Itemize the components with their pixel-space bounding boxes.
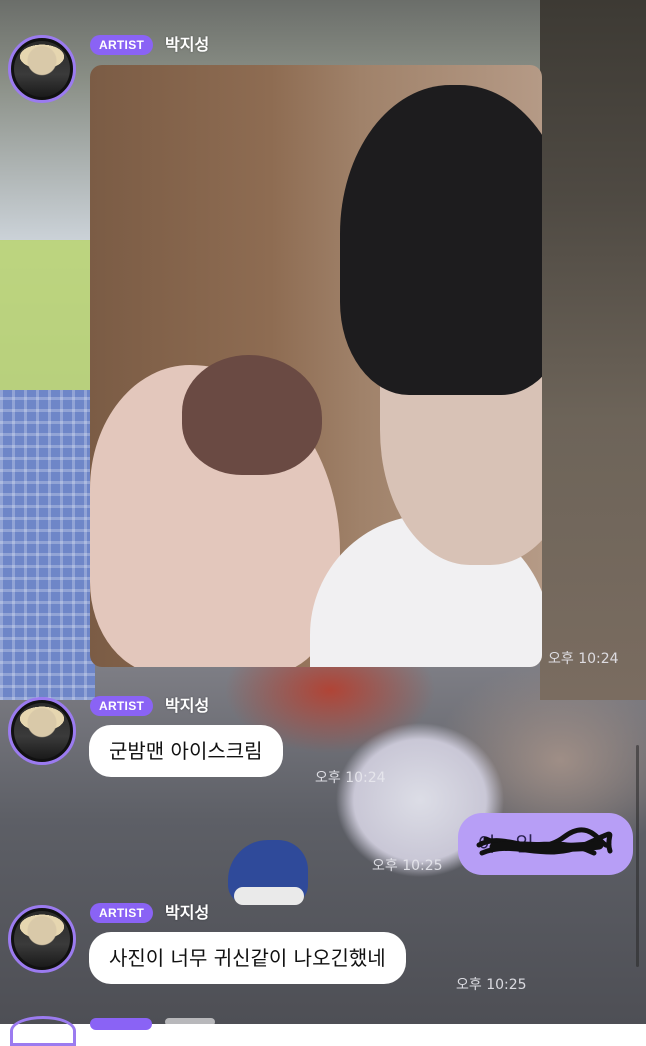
artist-badge: ARTIST xyxy=(90,35,154,55)
sender-name: 박지성 xyxy=(165,696,210,715)
artist-badge: ARTIST xyxy=(90,903,154,923)
message-time: 오후 10:24 xyxy=(548,651,619,667)
message-bubble[interactable]: 사진이 너무 귀신같이 나오긴했네 xyxy=(89,932,406,984)
background-tablecloth xyxy=(0,390,95,700)
message-bubble[interactable]: 군밤맨 아이스크림 xyxy=(89,725,283,777)
avatar-image xyxy=(14,41,70,97)
artist-avatar-partial[interactable] xyxy=(10,1016,76,1046)
scrollbar[interactable] xyxy=(636,745,639,967)
avatar-image xyxy=(14,911,70,967)
background-shelf xyxy=(540,0,646,700)
background-shoe xyxy=(228,840,308,905)
my-message-bubble[interactable]: 아...읽 xyxy=(458,813,633,875)
photo-hair xyxy=(340,85,542,395)
artist-badge-partial xyxy=(90,1018,152,1030)
message-time: 오후 10:25 xyxy=(456,977,527,993)
message-time: 오후 10:25 xyxy=(372,858,443,874)
photo-ice-cream xyxy=(182,355,322,475)
sender-name-partial xyxy=(165,1018,215,1026)
background-stall-sign xyxy=(0,240,90,410)
artist-avatar[interactable] xyxy=(8,697,76,765)
artist-avatar[interactable] xyxy=(8,35,76,103)
sender-name: 박지성 xyxy=(165,903,210,922)
artist-badge: ARTIST xyxy=(90,696,154,716)
photo-message[interactable] xyxy=(90,65,542,667)
message-time: 오후 10:24 xyxy=(315,770,386,786)
avatar-image xyxy=(14,703,70,759)
sender-name: 박지성 xyxy=(165,35,210,54)
artist-avatar[interactable] xyxy=(8,905,76,973)
redaction-scribble xyxy=(476,827,613,856)
